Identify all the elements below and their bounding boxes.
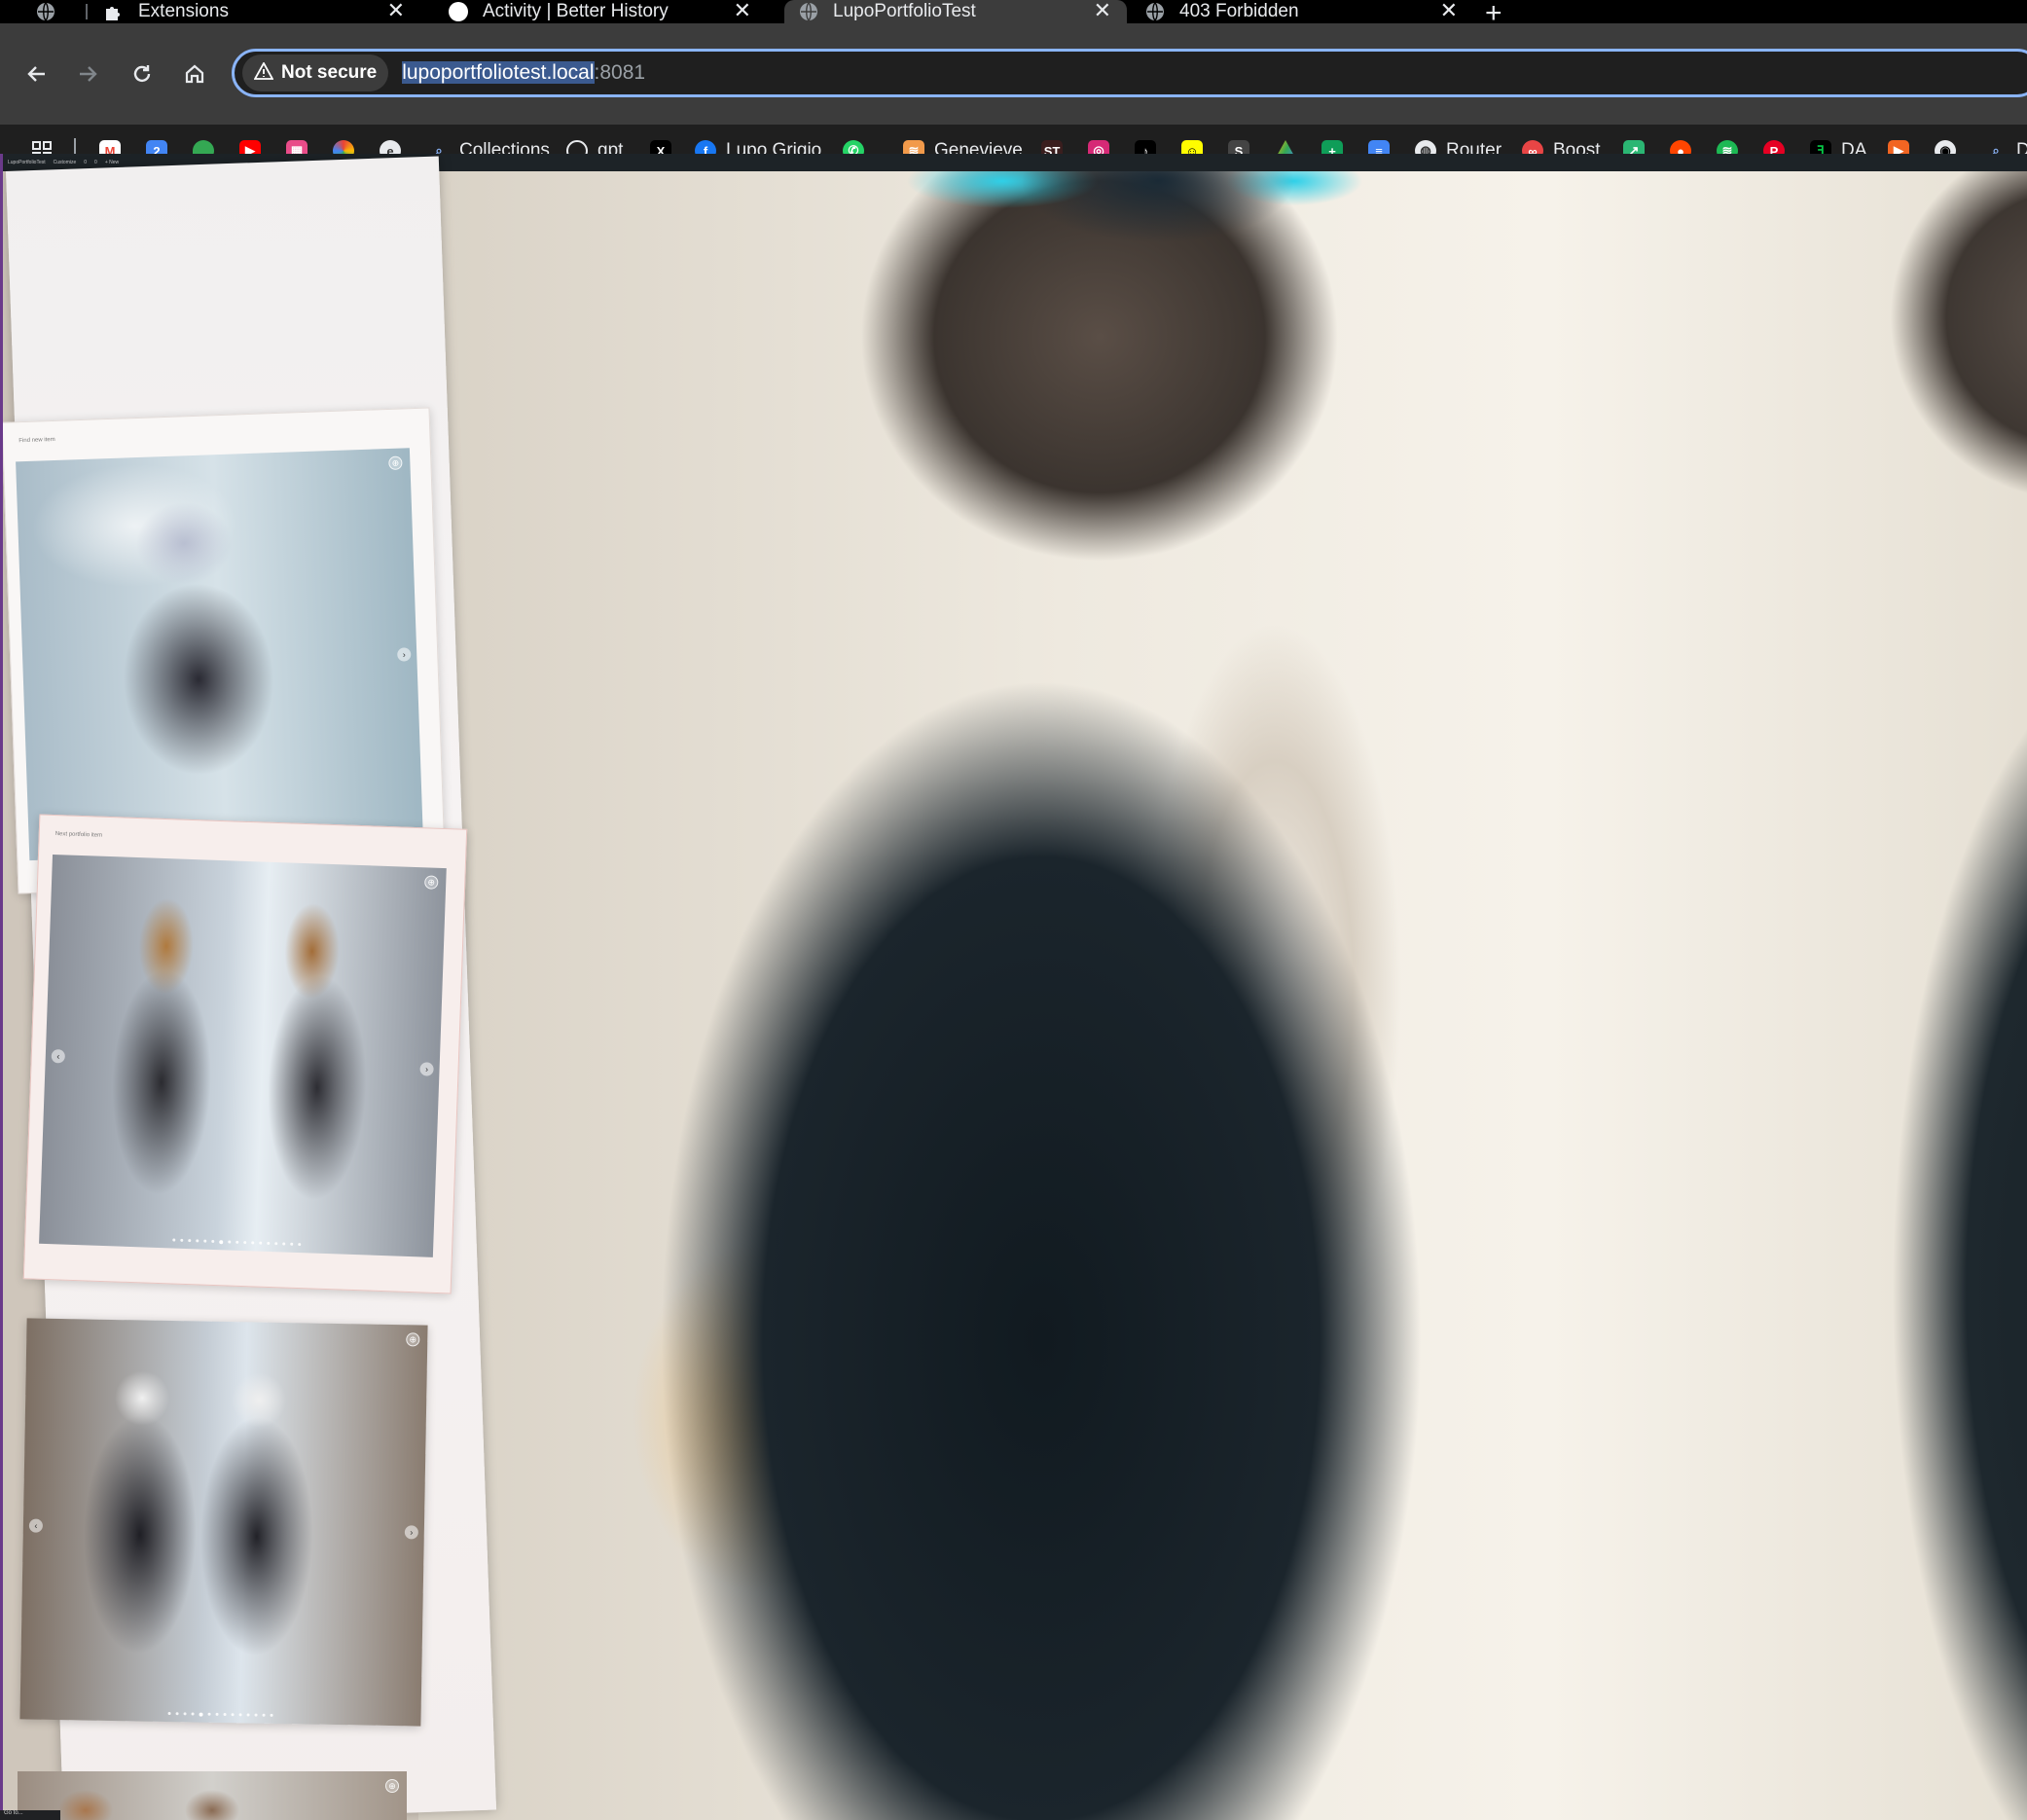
tab-title: Extensions <box>138 1 229 21</box>
chevron-right-icon[interactable]: › <box>419 1062 434 1076</box>
circle-icon <box>448 1 469 22</box>
url-text[interactable]: lupoportfoliotest.local:8081 <box>402 61 645 85</box>
admin-bar-updates[interactable]: 0 <box>84 160 87 165</box>
security-chip[interactable]: Not secure <box>242 55 389 91</box>
tab-activity[interactable]: Activity | Better History ✕ <box>434 0 767 23</box>
portfolio-thumbnail[interactable]: ⊕ ‹ › <box>39 854 447 1257</box>
tab-title: LupoPortfolioTest <box>833 1 976 21</box>
globe-icon <box>1144 1 1166 22</box>
carousel-dots <box>171 1238 301 1247</box>
browser-toolbar: Not secure lupoportfoliotest.local:8081 … <box>0 23 2027 162</box>
portfolio-rail: Find new item ⊕ › Next portfolio item ⊕ … <box>0 156 497 1820</box>
reload-button[interactable] <box>125 56 160 91</box>
url-host: lupoportfoliotest.local <box>402 61 595 84</box>
portfolio-thumbnail[interactable]: ⊕ <box>18 1771 407 1820</box>
close-icon[interactable]: ✕ <box>734 0 751 21</box>
tab-strip: Extensions ✕ Activity | Better History ✕… <box>0 0 2027 29</box>
hero-image[interactable] <box>418 171 2027 1820</box>
address-bar[interactable]: Not secure lupoportfoliotest.local:8081 <box>232 49 2027 97</box>
expand-icon[interactable]: ⊕ <box>388 455 403 470</box>
back-button[interactable] <box>19 56 54 91</box>
window-edge <box>0 154 3 1820</box>
close-icon[interactable]: ✕ <box>1440 0 1458 21</box>
forward-button[interactable] <box>70 56 105 91</box>
close-icon[interactable]: ✕ <box>1094 0 1111 21</box>
tab-title: Activity | Better History <box>483 1 669 21</box>
globe-icon <box>35 1 56 22</box>
arrow-left-icon <box>27 66 45 82</box>
tab-lupoportfoliotest[interactable]: LupoPortfolioTest ✕ <box>784 0 1127 23</box>
tab-separator <box>86 4 88 19</box>
portfolio-card-next: Next portfolio item ⊕ ‹ › <box>22 814 468 1294</box>
expand-icon[interactable]: ⊕ <box>406 1332 420 1347</box>
tab-403-forbidden[interactable]: 403 Forbidden ✕ <box>1131 0 1473 23</box>
url-port: :8081 <box>594 61 646 84</box>
chevron-right-icon[interactable]: › <box>397 647 412 662</box>
admin-bar-customize[interactable]: Customize <box>54 160 77 165</box>
close-icon[interactable]: ✕ <box>387 0 405 21</box>
home-icon <box>185 64 204 84</box>
warning-icon <box>253 60 274 85</box>
card-label: Find new item <box>18 436 55 445</box>
security-label: Not secure <box>281 62 378 83</box>
portfolio-thumbnail[interactable]: ⊕ › <box>16 448 424 861</box>
chevron-right-icon[interactable]: › <box>404 1525 418 1540</box>
admin-bar-site[interactable]: LupoPortfolioTest <box>8 160 46 165</box>
carousel-dots <box>167 1712 273 1718</box>
tab-extensions[interactable]: Extensions ✕ <box>90 0 420 23</box>
arrow-right-icon <box>80 66 97 82</box>
admin-bar-comments[interactable]: 0 <box>94 160 97 165</box>
card-label: Next portfolio item <box>54 831 103 839</box>
tab-0[interactable] <box>21 0 82 23</box>
status-tooltip: Go to... <box>0 1810 60 1820</box>
globe-icon <box>798 1 819 22</box>
reload-icon <box>133 65 151 83</box>
portfolio-thumbnail[interactable]: ⊕ ‹ › <box>19 1318 428 1727</box>
expand-icon[interactable]: ⊕ <box>385 1779 399 1793</box>
chevron-left-icon[interactable]: ‹ <box>51 1049 66 1064</box>
expand-icon[interactable]: ⊕ <box>424 875 439 890</box>
admin-bar-new[interactable]: + New <box>105 160 119 165</box>
puzzle-icon <box>103 1 125 22</box>
web-page: LupoPortfolioTest Customize 0 0 + New Fi… <box>0 154 2027 1820</box>
home-button[interactable] <box>177 56 212 91</box>
chevron-left-icon[interactable]: ‹ <box>28 1518 44 1533</box>
tab-title: 403 Forbidden <box>1179 1 1299 21</box>
